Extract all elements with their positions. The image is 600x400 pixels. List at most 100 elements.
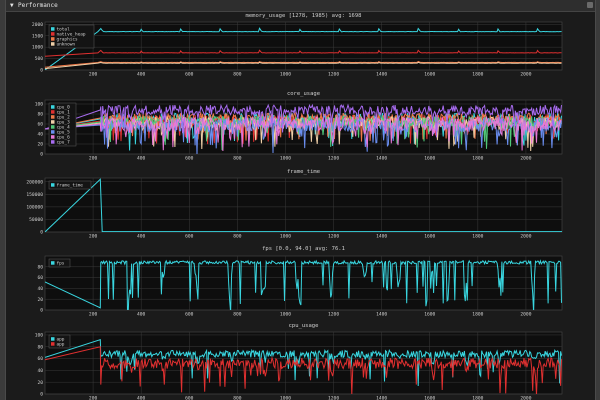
x-tick-label: 600: [185, 156, 194, 162]
x-tick-label: 400: [137, 396, 146, 400]
legend-swatch[interactable]: [51, 125, 55, 129]
x-tick-label: 200: [89, 72, 98, 78]
legend-label: app: [57, 342, 65, 347]
x-tick-label: 1600: [424, 72, 435, 78]
x-tick-label: 1400: [376, 234, 387, 240]
legend-swatch[interactable]: [51, 342, 55, 346]
y-tick-label: 1500: [32, 33, 43, 39]
y-tick-label: 80: [37, 264, 43, 270]
x-tick-label: 1200: [328, 312, 339, 318]
x-tick-label: 1400: [376, 396, 387, 400]
x-tick-label: 1800: [472, 396, 483, 400]
x-tick-label: 1200: [328, 234, 339, 240]
chart-panel-1[interactable]: core_usage 200 400 600 800 1000 1200 1400 1600 18…: [35, 91, 563, 162]
y-tick-label: 2000: [32, 22, 43, 28]
y-tick-label: 20: [37, 142, 43, 148]
chart-title: memory_usage [1278, 1985) avg: 1698: [246, 13, 362, 19]
x-tick-label: 1600: [424, 396, 435, 400]
x-tick-label: 2000: [520, 234, 531, 240]
x-tick-label: 1800: [472, 312, 483, 318]
x-tick-label: 1400: [376, 156, 387, 162]
x-tick-label: 600: [185, 312, 194, 318]
chart-panel-2[interactable]: frame_time 200 400 600 800 1000 1200 1400 1600 18…: [26, 169, 563, 240]
legend-swatch[interactable]: [51, 27, 55, 31]
x-tick-label: 400: [137, 156, 146, 162]
y-tick-label: 60: [37, 122, 43, 128]
x-tick-label: 1000: [280, 156, 291, 162]
x-tick-label: 1600: [424, 234, 435, 240]
x-tick-label: 1200: [328, 72, 339, 78]
x-tick-label: 200: [89, 156, 98, 162]
legend-swatch[interactable]: [51, 337, 55, 341]
y-tick-label: 50000: [29, 217, 43, 223]
y-tick-label: 500: [35, 56, 44, 62]
x-tick-label: 1400: [376, 312, 387, 318]
y-tick-label: 100000: [26, 204, 43, 210]
x-tick-label: 1400: [376, 72, 387, 78]
y-tick-label: 40: [37, 368, 43, 374]
legend-swatch[interactable]: [51, 140, 55, 144]
x-tick-label: 1200: [328, 396, 339, 400]
legend-swatch[interactable]: [51, 37, 55, 41]
legend-swatch[interactable]: [51, 183, 55, 187]
performance-window: ▼ Performance memory_usage [1278, 1985) …: [5, 0, 596, 400]
x-tick-label: 800: [233, 396, 242, 400]
legend-swatch[interactable]: [51, 42, 55, 46]
y-tick-label: 40: [37, 132, 43, 138]
chart-title: frame_time: [287, 169, 320, 175]
x-tick-label: 1200: [328, 156, 339, 162]
y-tick-label: 0: [40, 392, 43, 398]
y-tick-label: 100: [35, 333, 44, 339]
x-tick-label: 1800: [472, 156, 483, 162]
x-tick-label: 400: [137, 312, 146, 318]
legend-label: cpu_7: [57, 139, 71, 145]
x-tick-label: 1800: [472, 234, 483, 240]
chart-title: cpu_usage: [289, 323, 319, 329]
y-tick-label: 60: [37, 275, 43, 281]
chart-panel-3[interactable]: fps [0.0, 94.0] avg: 76.1200 400 600 800 100…: [37, 246, 563, 327]
plots-canvas[interactable]: memory_usage [1278, 1985) avg: 1698200 40…: [6, 0, 595, 400]
legend-swatch[interactable]: [51, 110, 55, 114]
legend-swatch[interactable]: [51, 32, 55, 36]
x-tick-label: 2000: [520, 396, 531, 400]
legend-swatch[interactable]: [51, 130, 55, 134]
y-tick-label: 20: [37, 380, 43, 386]
y-tick-label: 100: [35, 102, 44, 108]
legend-swatch[interactable]: [51, 135, 55, 139]
legend-swatch[interactable]: [51, 115, 55, 119]
y-tick-label: 200000: [26, 179, 43, 185]
x-tick-label: 400: [137, 72, 146, 78]
legend-swatch[interactable]: [51, 105, 55, 109]
x-tick-label: 2000: [520, 312, 531, 318]
x-tick-label: 600: [185, 72, 194, 78]
x-tick-label: 800: [233, 72, 242, 78]
y-tick-label: 40: [37, 286, 43, 292]
y-tick-label: 0: [40, 308, 43, 314]
x-tick-label: 200: [89, 312, 98, 318]
chart-panel-4[interactable]: cpu_usage200 400 600 800 1000 1200 1400 1600 180…: [35, 323, 563, 400]
y-tick-label: 1000: [32, 45, 43, 51]
y-tick-label: 80: [37, 112, 43, 118]
x-tick-label: 1600: [424, 156, 435, 162]
x-tick-label: 1600: [424, 312, 435, 318]
x-tick-label: 600: [185, 396, 194, 400]
y-tick-label: 0: [40, 68, 43, 74]
y-tick-label: 80: [37, 344, 43, 350]
x-tick-label: 800: [233, 312, 242, 318]
legend-label: frame_time: [57, 182, 84, 188]
legend-swatch[interactable]: [51, 120, 55, 124]
x-tick-label: 1000: [280, 312, 291, 318]
legend-swatch[interactable]: [51, 261, 55, 265]
chart-panel-0[interactable]: memory_usage [1278, 1985) avg: 1698 200 40…: [32, 13, 563, 78]
plot-area[interactable]: [44, 177, 563, 233]
x-tick-label: 2000: [520, 72, 531, 78]
legend-label: unknown: [57, 41, 76, 47]
x-tick-label: 800: [233, 156, 242, 162]
x-tick-label: 1000: [280, 234, 291, 240]
x-tick-label: 800: [233, 234, 242, 240]
y-tick-label: 0: [40, 230, 43, 236]
x-tick-label: 400: [137, 234, 146, 240]
chart-title: core_usage: [287, 91, 320, 97]
y-tick-label: 20: [37, 297, 43, 303]
x-tick-label: 200: [89, 234, 98, 240]
